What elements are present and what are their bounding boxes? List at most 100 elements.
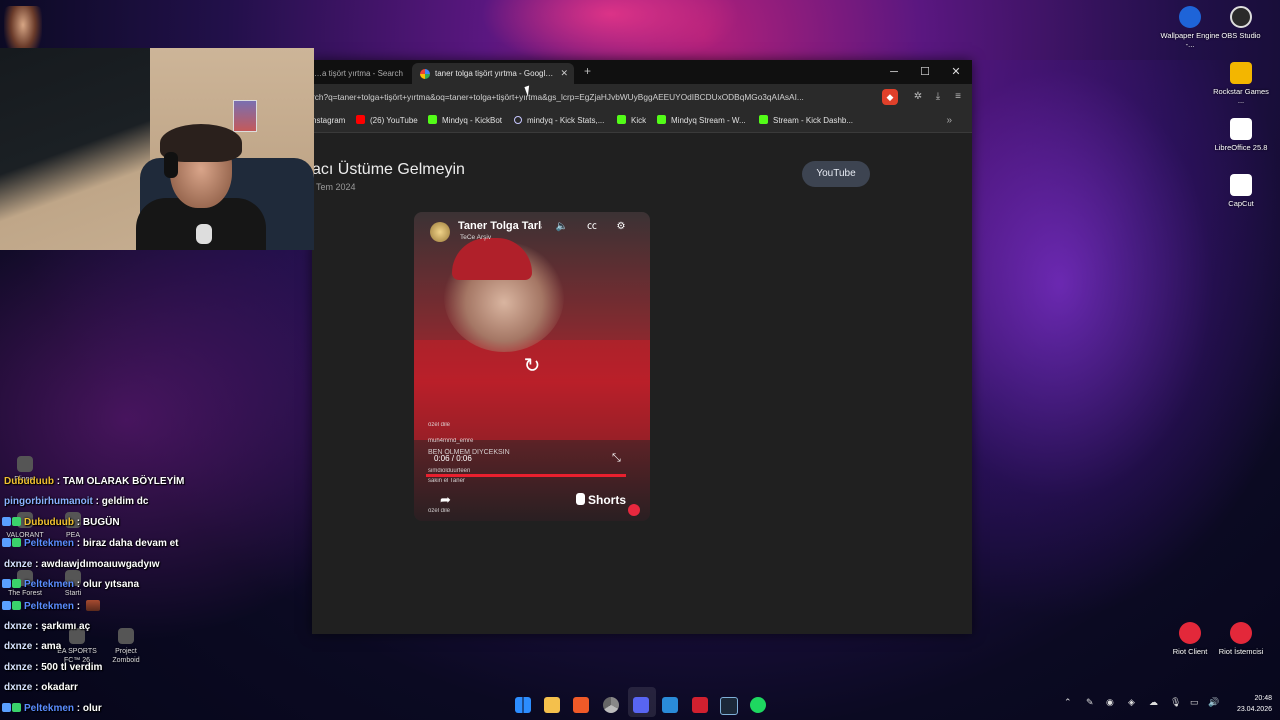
desktop-icon-rockstar[interactable]: Rockstar Games ... <box>1210 62 1272 105</box>
windows-start-icon[interactable] <box>515 697 531 713</box>
google-icon <box>420 68 430 79</box>
menu-icon[interactable]: ≡ <box>950 89 966 105</box>
record-dot <box>628 504 640 516</box>
brave-shields-icon[interactable]: ◆ <box>882 89 898 105</box>
network-icon[interactable]: ▭ <box>1190 697 1199 708</box>
riot-istemcisi-icon <box>1230 622 1252 644</box>
wallpaper-engine-icon <box>1179 6 1201 28</box>
kickstats-icon <box>514 116 522 124</box>
shorts-logo[interactable]: Shorts <box>576 493 626 507</box>
close-window-button[interactable]: ✕ <box>941 63 971 81</box>
overlay-comment: muh4mmd_emre <box>428 438 474 444</box>
settings-icon[interactable]: ⚙ <box>614 220 628 234</box>
riot-client-icon <box>1179 622 1201 644</box>
chat-message: Dubuduub : BUGÜN <box>2 517 120 528</box>
extensions-icon[interactable]: ✲ <box>910 89 926 105</box>
youtube-button[interactable]: YouTube <box>802 161 870 187</box>
rockstar-icon <box>1230 62 1252 84</box>
file-explorer-icon[interactable] <box>544 697 560 713</box>
riot-icon[interactable] <box>692 697 708 713</box>
badge-icon <box>12 601 21 610</box>
overlay-comment: özel dile <box>428 508 451 514</box>
bookmark-youtube[interactable]: (26) YouTube <box>356 110 418 132</box>
replay-icon[interactable]: ↻ <box>520 354 544 378</box>
webcam-overlay <box>0 48 314 250</box>
flipper-icon <box>17 456 33 472</box>
badge-icon <box>12 517 21 526</box>
webcam-poster <box>233 100 257 132</box>
bookmarks-bar: nstagram (26) YouTube Mindyq - KickBot m… <box>312 110 972 133</box>
browser-window: …a tişört yırtma - Search taner tolga ti… <box>312 60 972 634</box>
chat-message: pingorbirhumanoit : geldim dc <box>4 496 149 507</box>
tab-google-search[interactable]: taner tolga tişört yırtma - Googl… ✕ <box>412 63 574 84</box>
new-tab-button[interactable]: + <box>584 64 591 78</box>
chat-message: Peltekmen : olur yıtsana <box>2 579 139 590</box>
shorts-channel-title[interactable]: Taner Tolga Tarla <box>458 220 542 232</box>
vscode-icon[interactable] <box>662 697 678 713</box>
shorts-channel-sub: TeCe Arşiv <box>460 234 492 241</box>
discord-icon[interactable] <box>633 697 649 713</box>
progress-bar[interactable] <box>426 474 626 477</box>
overlay-comment: sakin el Taner <box>428 478 465 484</box>
vpn-tray-icon[interactable]: ☁ <box>1149 697 1158 708</box>
maximize-button[interactable]: ☐ <box>910 63 940 81</box>
download-icon[interactable]: ⤓ <box>930 89 946 105</box>
tab-search[interactable]: …a tişört yırtma - Search <box>314 63 410 84</box>
zomboid-icon <box>118 628 134 644</box>
bookmarks-overflow-button[interactable]: » <box>946 110 952 132</box>
bookmark-instagram[interactable]: nstagram <box>312 110 345 132</box>
obs-icon <box>1230 6 1252 28</box>
captions-icon[interactable]: ㏄ <box>585 220 599 234</box>
overlay-comment: özel dile <box>428 422 451 428</box>
url-text[interactable]: rch?q=taner+tolga+tişört+yırtma&oq=taner… <box>312 84 872 110</box>
desktop-icon-project-zomboid[interactable]: Project Zomboid <box>101 628 151 665</box>
emote-icon <box>85 600 100 611</box>
badge-icon <box>12 579 21 588</box>
taskbar: ⌃ ✎ ◉ ◈ ☁ 🎙 ▭ 🔊 <box>0 690 1280 720</box>
chat-message: Dubuduub : TAM OLARAK BÖYLEYİM <box>4 476 185 487</box>
video-title[interactable]: acı Üstüme Gelmeyin <box>312 161 465 179</box>
tab-bar: …a tişört yırtma - Search taner tolga ti… <box>312 60 972 84</box>
shorts-player[interactable]: Taner Tolga Tarla TeCe Arşiv 🔈 ㏄ ⚙ ↻ öze… <box>414 212 650 521</box>
desktop-icon-riot-istemcisi[interactable]: Riot İstemcisi <box>1210 622 1272 656</box>
badge-icon <box>2 601 11 610</box>
volume-tray-icon[interactable]: 🔊 <box>1208 697 1219 708</box>
bookmark-kick[interactable]: Kick <box>617 110 646 132</box>
libreoffice-icon <box>1230 118 1252 140</box>
capcut-icon <box>1230 174 1252 196</box>
bookmark-kick-stats[interactable]: mindyq - Kick Stats,... <box>514 110 604 132</box>
desktop-icon-libreoffice[interactable]: LibreOffice 25.8 <box>1210 118 1272 152</box>
close-tab-icon[interactable]: ✕ <box>560 63 568 84</box>
taskbar-clock[interactable]: 20:48 23.04.2026 <box>1236 693 1272 715</box>
volume-icon[interactable]: 🔈 <box>555 220 569 234</box>
chat-message: dxnze : 500 tl verdim <box>4 662 103 673</box>
address-bar[interactable]: rch?q=taner+tolga+tişört+yırtma&oq=taner… <box>312 84 972 110</box>
fullscreen-icon[interactable]: ⤡ <box>612 452 621 465</box>
desktop-icon-obs[interactable]: OBS Studio <box>1210 6 1272 40</box>
badge-icon <box>2 579 11 588</box>
steam-icon[interactable] <box>720 697 738 715</box>
microphone-tray-icon[interactable]: 🎙 <box>1170 697 1181 708</box>
headset-icon <box>164 152 178 178</box>
brave-icon[interactable] <box>573 697 589 713</box>
desktop-icon-capcut[interactable]: CapCut <box>1210 174 1272 208</box>
spotify-icon[interactable] <box>750 697 766 713</box>
tray-overflow-icon[interactable]: ⌃ <box>1064 697 1072 708</box>
steam-tray-icon[interactable]: ◈ <box>1128 697 1135 708</box>
chrome-icon[interactable] <box>603 697 619 713</box>
video-time: 0:06 / 0:06 <box>434 454 472 463</box>
share-icon[interactable]: ➦ <box>440 492 451 508</box>
chat-message: dxnze : awdıawjdımoaıuwgadyıw <box>4 559 160 570</box>
page-content: acı Üstüme Gelmeyin Tem 2024 YouTube Tan… <box>312 133 972 634</box>
badge-icon <box>12 538 21 547</box>
bookmark-kickbot[interactable]: Mindyq - KickBot <box>428 110 502 132</box>
minimize-button[interactable]: ─ <box>879 63 909 81</box>
kick-icon <box>428 115 437 124</box>
pen-icon[interactable]: ✎ <box>1086 697 1094 708</box>
badge-icon <box>2 517 11 526</box>
channel-avatar[interactable] <box>430 222 450 242</box>
bookmark-mindyq-stream[interactable]: Mindyq Stream - W... <box>657 110 746 132</box>
bookmark-kick-dashboard[interactable]: Stream - Kick Dashb... <box>759 110 853 132</box>
discord-tray-icon[interactable]: ◉ <box>1106 697 1114 708</box>
chat-message: dxnze : şarkımı aç <box>4 621 91 632</box>
